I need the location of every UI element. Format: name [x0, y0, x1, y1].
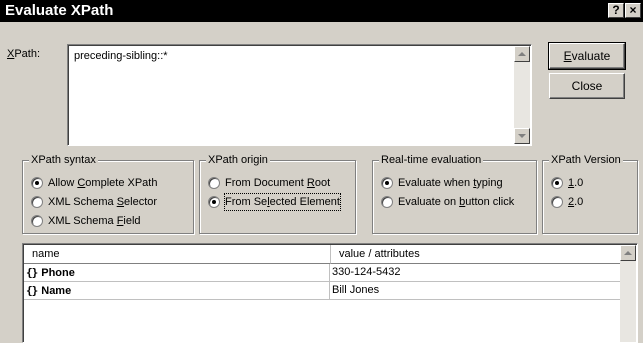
radio-button[interactable] — [551, 177, 563, 189]
xpath-label-rest: Path: — [14, 48, 41, 60]
xpath-label: XPath: — [7, 47, 40, 61]
radio-button[interactable] — [208, 177, 220, 189]
arrow-up-icon — [518, 52, 526, 56]
help-button[interactable]: ? — [608, 3, 624, 18]
radio-button[interactable] — [551, 196, 563, 208]
arrow-down-icon — [518, 134, 526, 138]
title-bar[interactable]: Evaluate XPath ? × — [0, 0, 643, 22]
xpath-origin-title: XPath origin — [206, 153, 270, 167]
row-name-cell: {} Name — [24, 282, 330, 299]
evaluate-button[interactable]: Evaluate — [548, 42, 626, 70]
radio-label: XML Schema Selector — [48, 196, 158, 208]
xpath-syntax-title: XPath syntax — [29, 153, 98, 167]
arrow-up-icon — [624, 251, 632, 255]
radio-button[interactable] — [31, 215, 43, 227]
row-value: 330-124-5432 — [332, 266, 401, 278]
column-header-name[interactable]: name — [24, 245, 331, 264]
radio-label: XML Schema Field — [48, 215, 141, 227]
window-title: Evaluate XPath — [5, 2, 114, 19]
radio-button[interactable] — [381, 196, 393, 208]
xpath-version-title: XPath Version — [549, 153, 623, 167]
evaluate-mnemonic: E — [563, 49, 572, 63]
element-node-icon: {} — [26, 266, 38, 279]
radio-button[interactable] — [381, 177, 393, 189]
xpath-scrollbar[interactable] — [514, 46, 530, 144]
scroll-down-button[interactable] — [514, 128, 530, 144]
row-name: Name — [41, 285, 72, 297]
results-grid[interactable]: name value / attributes {} Phone 330-124-… — [22, 243, 638, 343]
column-header-value[interactable]: value / attributes — [331, 245, 621, 264]
radio-label: Evaluate on button click — [398, 196, 515, 208]
radio-button[interactable] — [31, 177, 43, 189]
xpath-version-group: XPath Version 1.0 2.0 — [542, 153, 638, 234]
radio-label: Evaluate when typing — [398, 177, 503, 189]
results-scroll-up-button[interactable] — [620, 245, 636, 261]
close-window-button[interactable]: × — [625, 3, 641, 18]
results-scrollbar[interactable] — [620, 245, 636, 342]
scroll-up-button[interactable] — [514, 46, 530, 62]
radio-label: 1.0 — [568, 177, 584, 189]
realtime-evaluation-title: Real-time evaluation — [379, 153, 484, 167]
table-row[interactable]: {} Phone 330-124-5432 — [24, 264, 620, 282]
evaluate-xpath-dialog: Evaluate XPath ? × XPath: preceding-sibl… — [0, 0, 643, 343]
radio-label: From Document Root — [225, 177, 331, 189]
radio-label: From Selected Element — [224, 193, 341, 211]
xpath-origin-group: XPath origin From Document Root From Sel… — [199, 153, 356, 234]
row-value: Bill Jones — [332, 284, 380, 296]
table-row[interactable]: {} Name Bill Jones — [24, 282, 620, 300]
evaluate-label-rest: valuate — [571, 49, 611, 63]
radio-label: 2.0 — [568, 196, 584, 208]
radio-button[interactable] — [208, 196, 220, 208]
row-name-cell: {} Phone — [24, 264, 330, 281]
realtime-evaluation-group: Real-time evaluation Evaluate when typin… — [372, 153, 537, 234]
xpath-input-value: preceding-sibling::* — [74, 50, 168, 62]
close-button[interactable]: Close — [549, 73, 625, 99]
row-name: Phone — [41, 267, 75, 279]
xpath-input[interactable]: preceding-sibling::* — [67, 44, 532, 146]
radio-button[interactable] — [31, 196, 43, 208]
element-node-icon: {} — [26, 284, 38, 297]
radio-label: Allow Complete XPath — [48, 177, 158, 189]
xpath-syntax-group: XPath syntax Allow Complete XPath XML Sc… — [22, 153, 194, 234]
